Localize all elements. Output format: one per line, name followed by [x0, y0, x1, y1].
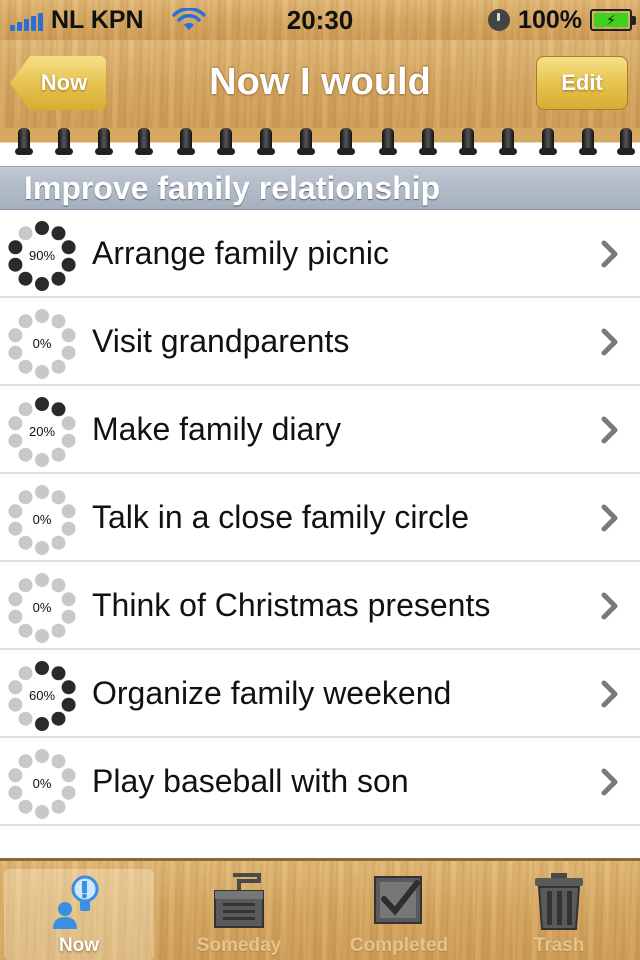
binding-ring — [177, 128, 195, 155]
tab-trash[interactable]: Trash — [484, 869, 634, 960]
task-label: Organize family weekend — [92, 674, 452, 711]
tab-label-completed: Completed — [349, 935, 449, 956]
battery-percentage: 100% — [518, 5, 582, 34]
inbox-tray-icon — [214, 873, 264, 928]
tab-completed[interactable]: Completed — [324, 869, 474, 960]
checkbox-icon — [374, 876, 422, 924]
chevron-right-icon — [601, 416, 618, 444]
progress-ring-icon: 0% — [6, 308, 78, 380]
task-label: Play baseball with son — [92, 762, 409, 799]
binding-ring — [617, 128, 635, 155]
progress-percent: 20% — [28, 424, 56, 439]
task-label: Make family diary — [92, 410, 341, 447]
task-row[interactable]: 20% Make family diary — [0, 386, 640, 474]
chevron-right-icon — [601, 240, 618, 268]
progress-ring-icon: 60% — [6, 660, 78, 732]
progress-ring-icon: 0% — [6, 572, 78, 644]
binding-ring — [95, 128, 113, 155]
progress-percent: 90% — [28, 248, 56, 263]
tab-someday[interactable]: Someday — [164, 869, 314, 960]
progress-percent: 0% — [32, 600, 52, 615]
trash-can-icon — [535, 873, 583, 930]
tab-now[interactable]: Now — [4, 869, 154, 960]
task-row[interactable]: 0% Think of Christmas presents — [0, 562, 640, 650]
tab-label-someday: Someday — [196, 935, 282, 956]
binding-ring — [55, 128, 73, 155]
task-label: Talk in a close family circle — [92, 498, 469, 535]
tab-label-now: Now — [58, 935, 100, 956]
binding-ring — [217, 128, 235, 155]
tab-label-trash: Trash — [533, 935, 585, 956]
binding-rings — [0, 128, 640, 164]
status-bar: NL KPN 20:30 100% ⚡ — [0, 0, 640, 40]
task-list: 90% Arrange family picnic 0% Visit grandpar… — [0, 210, 640, 826]
task-row[interactable]: 0% Visit grandparents — [0, 298, 640, 386]
binding-ring — [499, 128, 517, 155]
chevron-right-icon — [601, 328, 618, 356]
progress-percent: 0% — [32, 776, 52, 791]
task-row[interactable]: 0% Play baseball with son — [0, 738, 640, 826]
task-row[interactable]: 60% Organize family weekend — [0, 650, 640, 738]
binding-ring — [579, 128, 597, 155]
binding-ring — [15, 128, 33, 155]
task-label: Visit grandparents — [92, 322, 350, 359]
progress-ring-icon: 20% — [6, 396, 78, 468]
chevron-right-icon — [601, 504, 618, 532]
progress-percent: 60% — [28, 688, 56, 703]
task-row[interactable]: 0% Talk in a close family circle — [0, 474, 640, 562]
binding-ring — [135, 128, 153, 155]
person-lightbulb-icon — [53, 875, 99, 929]
task-row[interactable]: 90% Arrange family picnic — [0, 210, 640, 298]
binding-ring — [379, 128, 397, 155]
task-label: Arrange family picnic — [92, 234, 389, 271]
navigation-bar: Now I would Now Edit — [0, 40, 640, 128]
spiral-binding — [0, 128, 640, 164]
binding-ring — [539, 128, 557, 155]
task-label: Think of Christmas presents — [92, 586, 491, 623]
binding-ring — [459, 128, 477, 155]
chevron-right-icon — [601, 592, 618, 620]
progress-percent: 0% — [32, 512, 52, 527]
progress-percent: 0% — [32, 336, 52, 351]
progress-ring-icon: 0% — [6, 484, 78, 556]
binding-ring — [419, 128, 437, 155]
binding-ring — [337, 128, 355, 155]
back-button[interactable]: Now — [10, 56, 106, 110]
progress-ring-icon: 0% — [6, 748, 78, 820]
alarm-clock-icon — [488, 9, 511, 31]
binding-ring — [297, 128, 315, 155]
edit-button[interactable]: Edit — [536, 56, 628, 110]
progress-ring-icon: 90% — [6, 220, 78, 292]
battery-icon: ⚡ — [590, 9, 636, 31]
tab-bar: Now Someday Completed Trash — [0, 858, 640, 960]
chevron-right-icon — [601, 768, 618, 796]
chevron-right-icon — [601, 680, 618, 708]
binding-ring — [257, 128, 275, 155]
section-header: Improve family relationship — [0, 166, 640, 210]
